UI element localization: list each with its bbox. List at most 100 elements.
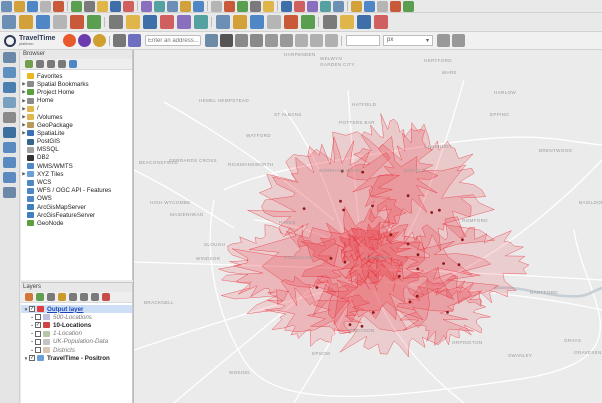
refresh-icon[interactable] xyxy=(237,0,248,12)
add-wfs-icon[interactable] xyxy=(3,172,16,183)
layer-row[interactable]: • ✓ 10-Locations xyxy=(21,321,132,329)
zoom-in-icon[interactable] xyxy=(97,0,108,12)
add-raster-icon[interactable] xyxy=(3,67,16,78)
ruler-icon[interactable] xyxy=(295,34,308,47)
layer-row[interactable]: • UK-Population-Data xyxy=(21,338,132,346)
statistics-icon[interactable] xyxy=(320,0,331,12)
browser-item[interactable]: OWS xyxy=(21,195,132,203)
close-icon[interactable] xyxy=(452,34,465,47)
routes-icon[interactable] xyxy=(93,34,106,47)
add-spatialite-icon[interactable] xyxy=(3,112,16,123)
tips-icon[interactable] xyxy=(377,0,388,12)
save-as-icon[interactable] xyxy=(40,0,51,12)
redo-icon[interactable] xyxy=(249,15,264,29)
save-project-icon[interactable] xyxy=(27,0,38,12)
undo-icon[interactable] xyxy=(232,15,247,29)
browser-item[interactable]: MSSQL xyxy=(21,146,132,154)
locate-icon[interactable] xyxy=(265,34,278,47)
python-icon[interactable] xyxy=(390,0,401,12)
new-virtual-layer-icon[interactable] xyxy=(35,15,50,29)
field-calculator-icon[interactable] xyxy=(307,0,318,12)
browser-item[interactable]: WFS / OGC API - Features xyxy=(21,187,132,195)
layer-row[interactable]: ▼ ✓ Output layer xyxy=(21,305,132,314)
zoom-next-icon[interactable] xyxy=(193,0,204,12)
traveltime-logo[interactable]: TravelTime platform xyxy=(4,34,62,47)
measure-icon[interactable] xyxy=(437,34,450,47)
add-mesh-icon[interactable] xyxy=(3,82,16,93)
settings-icon[interactable] xyxy=(235,34,248,47)
show-bookmarks-icon[interactable] xyxy=(224,0,235,12)
vertex-tool-icon[interactable] xyxy=(142,15,157,29)
browser-item[interactable]: ▶/Volumes xyxy=(21,113,132,121)
layer-visibility-checkbox[interactable]: ✓ xyxy=(29,355,35,362)
pan-icon[interactable] xyxy=(71,0,82,12)
label-move-icon[interactable] xyxy=(322,15,337,29)
unit-select[interactable]: px ▾ xyxy=(383,35,433,46)
cut-icon[interactable] xyxy=(176,15,191,29)
browser-item[interactable]: ▶ Home xyxy=(21,97,132,105)
filter-icon[interactable] xyxy=(113,34,126,47)
address-search-input[interactable] xyxy=(145,35,201,46)
label-show-icon[interactable] xyxy=(300,15,315,29)
layer-row[interactable]: • 1-Location xyxy=(21,330,132,338)
print-layout-icon[interactable] xyxy=(53,0,64,12)
filter-icon[interactable] xyxy=(46,60,55,68)
pan-to-selection-icon[interactable] xyxy=(84,0,95,12)
toolbox-icon[interactable] xyxy=(333,0,344,12)
style-manager-icon[interactable] xyxy=(24,293,33,301)
data-source-manager-icon[interactable] xyxy=(1,15,16,29)
plugin-icon[interactable] xyxy=(403,0,414,12)
size-spinbox[interactable] xyxy=(346,35,380,46)
add-wcs-icon[interactable] xyxy=(3,157,16,168)
layer-visibility-checkbox[interactable] xyxy=(35,347,41,354)
digitize-icon[interactable] xyxy=(108,15,123,29)
select-icon[interactable] xyxy=(263,0,274,12)
compass-icon[interactable] xyxy=(280,34,293,47)
zoom-selection-icon[interactable] xyxy=(141,0,152,12)
browser-item[interactable]: ▶ Project Home xyxy=(21,88,132,96)
zoom-full-icon[interactable] xyxy=(123,0,134,12)
browser-item[interactable]: ▶ / xyxy=(21,105,132,113)
browser-item[interactable]: ▶ SpatiaLite xyxy=(21,129,132,137)
collapse-all-icon[interactable] xyxy=(90,293,99,301)
draw-icon[interactable] xyxy=(325,34,338,47)
layer-style-icon[interactable] xyxy=(52,15,67,29)
zoom-last-icon[interactable] xyxy=(180,0,191,12)
save-edits-icon[interactable] xyxy=(86,15,101,29)
properties-icon[interactable] xyxy=(68,60,77,68)
open-attribute-table-icon[interactable] xyxy=(294,0,305,12)
delete-selected-icon[interactable] xyxy=(159,15,174,29)
browser-item[interactable]: ArcGisMapServer xyxy=(21,203,132,211)
open-project-icon[interactable] xyxy=(14,0,25,12)
layer-row[interactable]: • 500-Locations xyxy=(21,313,132,321)
new-bookmark-icon[interactable] xyxy=(211,0,222,12)
labels-icon[interactable] xyxy=(266,15,281,29)
add-group-icon[interactable] xyxy=(35,293,44,301)
remove-layer-icon[interactable] xyxy=(101,293,110,301)
geocode-icon[interactable] xyxy=(128,34,141,47)
collapse-all-icon[interactable] xyxy=(57,60,66,68)
time-map-icon[interactable] xyxy=(63,34,76,47)
new-layer-icon[interactable] xyxy=(18,15,33,29)
browser-item[interactable]: Favorites xyxy=(21,72,132,80)
zoom-out-icon[interactable] xyxy=(110,0,121,12)
zoom-layer-icon[interactable] xyxy=(154,0,165,12)
text-icon[interactable] xyxy=(310,34,323,47)
refresh-icon[interactable] xyxy=(35,60,44,68)
add-vector-icon[interactable] xyxy=(3,52,16,63)
paste-icon[interactable] xyxy=(215,15,230,29)
add-wms-icon[interactable] xyxy=(3,142,16,153)
new-shapefile-icon[interactable] xyxy=(3,187,16,198)
browser-item[interactable]: WCS xyxy=(21,178,132,186)
browser-item[interactable]: PostGIS xyxy=(21,138,132,146)
layer-visibility-checkbox[interactable] xyxy=(35,314,41,321)
toggle-editing-icon[interactable] xyxy=(69,15,84,29)
add-feature-icon[interactable] xyxy=(125,15,140,29)
add-postgis-icon[interactable] xyxy=(3,127,16,138)
filter-legend-icon[interactable] xyxy=(57,293,66,301)
browser-item[interactable]: ▶ XYZ Tiles xyxy=(21,170,132,178)
browser-item[interactable]: ▶ Spatial Bookmarks xyxy=(21,80,132,88)
add-delimited-icon[interactable] xyxy=(3,97,16,108)
layer-visibility-checkbox[interactable] xyxy=(35,330,41,337)
time-filter-icon[interactable] xyxy=(78,34,91,47)
